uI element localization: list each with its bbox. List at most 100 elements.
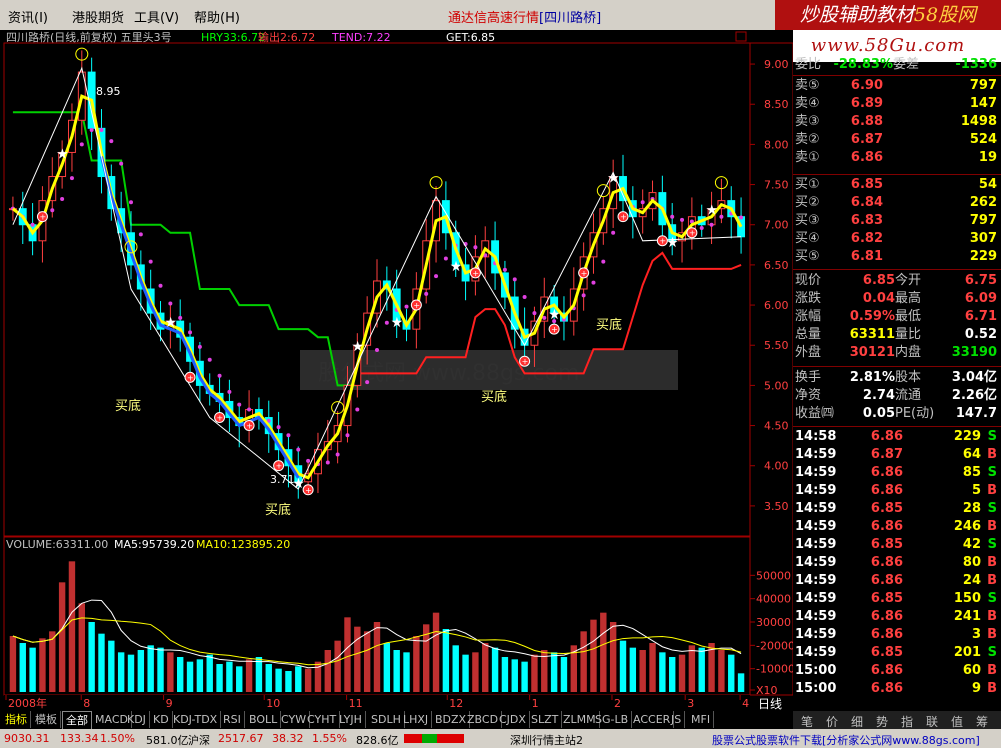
plus-icon: +	[39, 213, 46, 222]
x-tick-label: 1	[532, 697, 539, 710]
tick-side: B	[987, 519, 997, 534]
bid-label: 买①	[795, 177, 820, 192]
right-tab[interactable]: 势	[876, 713, 888, 730]
volume-bar	[186, 661, 194, 692]
trend-dot	[709, 222, 714, 227]
trend-dot	[99, 127, 104, 132]
tick-volume: 9	[971, 681, 981, 696]
indicator-tab[interactable]: MFI	[688, 711, 715, 728]
trend-dot	[227, 389, 232, 394]
kline-chart[interactable]: 四川路桥(日线,前复权) 五里头3号 HRY33:6.72 输出2:6.72 T…	[0, 30, 795, 711]
right-tab[interactable]: 筹	[976, 713, 988, 730]
menu-item-news[interactable]: 资讯(I)	[8, 7, 48, 26]
volume-bar	[472, 652, 479, 692]
chart-header: 四川路桥(日线,前复权) 五里头3号	[6, 30, 172, 44]
tick-row: 14:59 6.85 150 S	[793, 590, 1001, 608]
tick-row: 14:59 6.86 246 B	[793, 518, 1001, 536]
volume-bar	[531, 654, 538, 692]
volume-bar	[157, 647, 164, 692]
plus-icon: +	[522, 357, 529, 366]
right-tab[interactable]: 价	[826, 713, 838, 730]
indicator-tab[interactable]: SG-LB	[592, 711, 633, 728]
indicator-tab[interactable]: CYHT	[304, 711, 341, 728]
chart-svg[interactable]: 四川路桥(日线,前复权) 五里头3号 HRY33:6.72 输出2:6.72 T…	[0, 30, 795, 711]
indicator-tab[interactable]: KDJ	[124, 711, 150, 728]
market-server[interactable]: 深圳行情主站2	[510, 732, 583, 748]
bid-row: 买① 6.85 54	[793, 176, 1001, 194]
indicator-tab[interactable]: LYJH	[336, 711, 366, 728]
divider	[793, 269, 1001, 270]
trend-dot	[699, 225, 704, 230]
tick-side: B	[987, 447, 997, 462]
bid-price: 6.83	[850, 213, 883, 228]
tick-time: 15:00	[795, 663, 837, 678]
right-tab[interactable]: 细	[851, 713, 863, 730]
plus-icon: +	[620, 213, 627, 222]
index2-change: 38.32	[272, 732, 304, 745]
right-tab[interactable]: 值	[951, 713, 963, 730]
bid-label: 买④	[795, 231, 820, 246]
tick-side: B	[987, 555, 997, 570]
plus-icon: +	[413, 301, 420, 310]
volume-bar	[737, 673, 745, 692]
volume-bar	[550, 652, 558, 692]
stat-row: 总量 63311 量比 0.52	[793, 326, 1001, 344]
stat2-row: 换手 2.81% 股本 3.04亿	[793, 369, 1001, 387]
period-label[interactable]: 日线	[758, 697, 782, 711]
stat2-value: 0.05	[862, 406, 895, 421]
indicator-tab[interactable]: KDJ-TDX	[170, 711, 222, 728]
title-stock: [四川路桥]	[539, 11, 602, 26]
stat-label: 现价	[795, 273, 822, 288]
indicator-tab[interactable]: 模板	[32, 711, 61, 728]
tick-time: 14:59	[795, 591, 837, 606]
volume-bar	[383, 643, 391, 692]
volume-bar	[9, 636, 17, 692]
menu-item-tools[interactable]: 工具(V)	[134, 7, 179, 26]
bid-row: 买④ 6.82 307	[793, 230, 1001, 248]
price-tick-label: 6.00	[764, 299, 789, 312]
menu-item-hk-futures[interactable]: 港股期货	[72, 7, 124, 26]
indicator-tab[interactable]: BOLL	[246, 711, 282, 728]
ask-price: 6.89	[850, 96, 883, 111]
tick-time: 14:59	[795, 609, 837, 624]
stat2-value: 2.26亿	[951, 388, 997, 403]
ask-volume: 19	[978, 150, 997, 165]
ask-label: 卖③	[795, 114, 820, 129]
volume-bar	[698, 647, 705, 692]
volume-bar	[688, 645, 696, 692]
indicator-tab[interactable]: SLZT	[528, 711, 563, 728]
volume-bar	[206, 654, 213, 692]
indicator-tab[interactable]: 指标	[2, 711, 31, 728]
price-tick-label: 5.50	[764, 339, 789, 352]
indicator-tab[interactable]: JS	[668, 711, 686, 728]
ad-link[interactable]: 股票公式股票软件下载[分析家公式网www.88gs.com]	[712, 732, 980, 748]
right-tab[interactable]: 联	[926, 713, 938, 730]
right-tab[interactable]: 笔	[801, 713, 813, 730]
sell-value: 输出2:6.72	[258, 30, 315, 44]
trend-dot	[345, 433, 350, 438]
volume-bar	[127, 654, 135, 692]
plus-icon: +	[305, 486, 312, 495]
brand-text: 炒股辅助教材	[799, 4, 914, 26]
trend-dot	[119, 161, 124, 166]
stat-label: 涨幅	[795, 309, 822, 324]
status-bar: 9030.31 133.34 1.50% 581.0亿 沪深 2517.67 3…	[0, 729, 1001, 748]
trend-dot	[680, 217, 685, 222]
price-tick-label: 8.50	[764, 98, 789, 111]
right-tab[interactable]: 指	[901, 713, 913, 730]
menu-item-help[interactable]: 帮助(H)	[194, 7, 240, 26]
tick-row: 14:59 6.86 80 B	[793, 554, 1001, 572]
indicator-tab[interactable]: CJDX	[496, 711, 530, 728]
volume-bar	[78, 603, 85, 692]
tick-time: 14:59	[795, 537, 837, 552]
indicator-tab[interactable]: RSI	[220, 711, 245, 728]
indicator-tab[interactable]: 全部	[62, 711, 92, 730]
bid-price: 6.81	[850, 249, 883, 264]
tick-time: 14:59	[795, 447, 837, 462]
volume-bar	[58, 582, 66, 692]
volume-tick-label: 30000	[756, 616, 791, 629]
weibi-value: -28.83%	[833, 57, 893, 72]
indicator-tab[interactable]: LHXJ	[400, 711, 433, 728]
trend-dot	[719, 214, 724, 219]
weibi-row: 委比 -28.83% 委差 -1336	[793, 56, 1001, 74]
